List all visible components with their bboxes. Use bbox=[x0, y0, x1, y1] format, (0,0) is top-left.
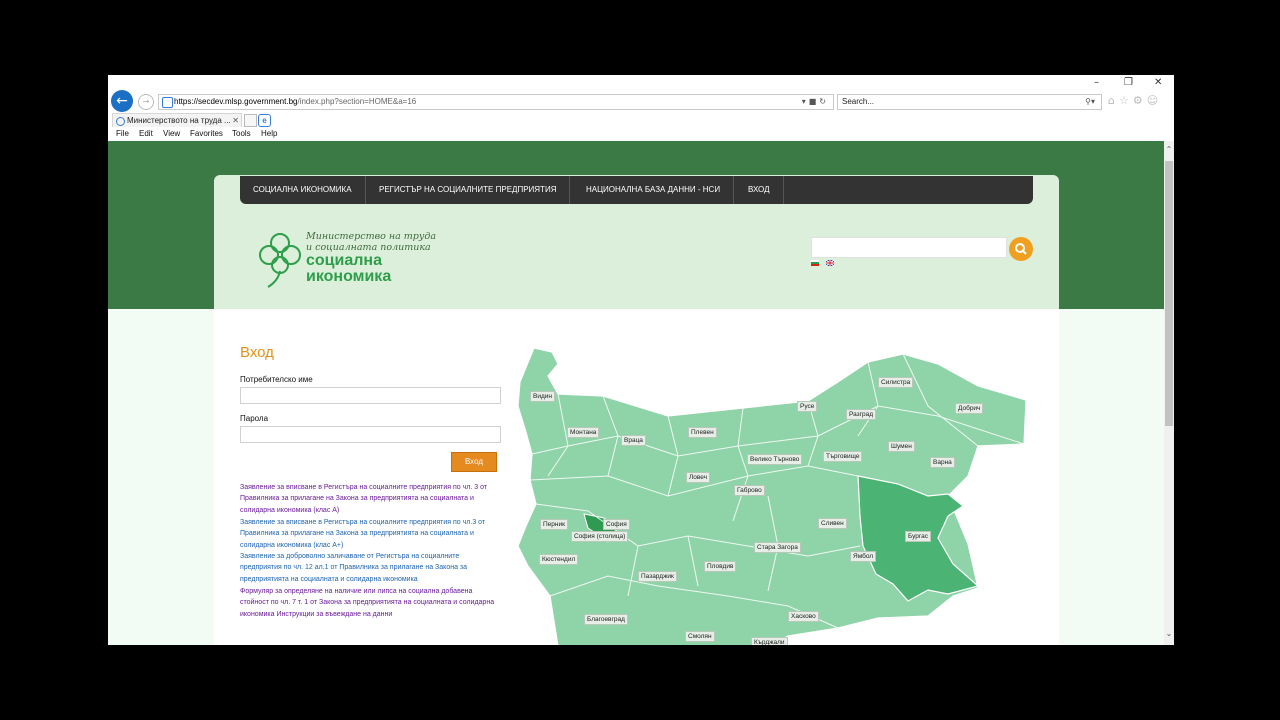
map-label-targovishte[interactable]: Търговище bbox=[823, 451, 863, 462]
map-label-dobrich[interactable]: Добрич bbox=[955, 403, 984, 414]
menu-bar: File Edit View Favorites Tools Help bbox=[108, 127, 1174, 142]
menu-favorites[interactable]: Favorites bbox=[190, 129, 223, 138]
map-label-vidin[interactable]: Видин bbox=[530, 391, 555, 402]
search-icon[interactable]: ⚲▾ bbox=[1085, 95, 1095, 109]
vertical-scrollbar[interactable]: ⌃ ⌄ bbox=[1164, 141, 1174, 645]
map-label-yambol[interactable]: Ямбол bbox=[850, 551, 877, 562]
map-label-stara-zagora[interactable]: Стара Загора bbox=[754, 542, 801, 553]
bulgarian-flag-icon[interactable] bbox=[811, 260, 819, 266]
map-label-haskovo[interactable]: Хасково bbox=[788, 611, 819, 622]
map-label-pleven[interactable]: Плевен bbox=[688, 427, 717, 438]
map-label-smolyan[interactable]: Смолян bbox=[685, 631, 715, 642]
link-deregistration[interactable]: Заявление за доброволно заличаване от Ре… bbox=[240, 551, 500, 585]
map-label-blagoevgrad[interactable]: Благоевград bbox=[584, 614, 628, 625]
map-label-sofia-capital[interactable]: София (столица) bbox=[571, 531, 629, 542]
web-page: СОЦИАЛНА ИКОНОМИКА РЕГИСТЪР НА СОЦИАЛНИТ… bbox=[108, 141, 1164, 645]
address-row: ← → https://secdev.mlsp.government.bg/in… bbox=[108, 90, 1174, 114]
map-label-kardzhali[interactable]: Кърджали bbox=[751, 637, 788, 645]
menu-file[interactable]: File bbox=[116, 129, 129, 138]
map-label-kyustendil[interactable]: Кюстендил bbox=[539, 554, 579, 565]
link-register-class-a-plus[interactable]: Заявление за вписване в Регистъра на соц… bbox=[240, 517, 500, 551]
scroll-up-icon[interactable]: ⌃ bbox=[1164, 145, 1174, 154]
ministry-name: Министерство на труда и социалната полит… bbox=[306, 231, 437, 253]
back-button[interactable]: ← bbox=[111, 90, 133, 112]
site-name: социална икономика bbox=[306, 252, 392, 285]
bulgaria-map[interactable] bbox=[508, 346, 1033, 645]
english-flag-icon[interactable] bbox=[826, 260, 835, 266]
url-text: https://secdev.mlsp.government.bg/index.… bbox=[174, 97, 417, 106]
restore-icon[interactable]: ❐ bbox=[1124, 77, 1133, 88]
forward-button[interactable]: → bbox=[138, 94, 154, 110]
map-label-veliko-tarnovo[interactable]: Велико Търново bbox=[747, 454, 803, 465]
tab-favicon bbox=[116, 117, 125, 126]
clover-icon bbox=[259, 233, 301, 288]
login-title: Вход bbox=[240, 344, 274, 361]
menu-edit[interactable]: Edit bbox=[139, 129, 153, 138]
map-label-pernik[interactable]: Перник bbox=[540, 519, 568, 530]
magnifier-icon bbox=[1015, 243, 1027, 255]
map-label-pazardzhik[interactable]: Пазарджик bbox=[638, 571, 677, 582]
browser-window: – ❐ ✕ ← → https://secdev.mlsp.government… bbox=[108, 75, 1174, 645]
ie-icon[interactable]: e bbox=[258, 114, 271, 127]
scroll-thumb[interactable] bbox=[1165, 161, 1173, 426]
username-label: Потребителско име bbox=[240, 375, 313, 384]
menu-tools[interactable]: Tools bbox=[232, 129, 251, 138]
map-label-sofia[interactable]: София bbox=[603, 519, 630, 530]
title-bar: – ❐ ✕ bbox=[108, 75, 1174, 91]
toolbar-icons[interactable]: ⌂☆⚙☺ bbox=[1108, 94, 1162, 107]
map-label-gabrovo[interactable]: Габрово bbox=[734, 485, 765, 496]
map-label-plovdiv[interactable]: Пловдив bbox=[704, 561, 737, 572]
site-search-button[interactable] bbox=[1009, 237, 1033, 261]
map-label-shumen[interactable]: Шумен bbox=[888, 441, 915, 452]
browser-tab[interactable]: Министерството на труда ... ✕ bbox=[112, 113, 242, 128]
map-label-ruse[interactable]: Русе bbox=[797, 401, 818, 412]
username-input[interactable] bbox=[240, 387, 501, 404]
nav-login[interactable]: ВХОД bbox=[735, 176, 784, 204]
nav-national-database[interactable]: НАЦИОНАЛНА БАЗА ДАННИ - НСИ bbox=[573, 176, 735, 204]
site-logo[interactable]: Министерство на труда и социалната полит… bbox=[258, 231, 438, 289]
scroll-down-icon[interactable]: ⌄ bbox=[1164, 629, 1174, 638]
minimize-icon[interactable]: – bbox=[1094, 77, 1099, 88]
map-label-varna[interactable]: Варна bbox=[930, 457, 955, 468]
page-favicon bbox=[162, 97, 173, 108]
browser-search-input[interactable]: Search... ⚲▾ bbox=[837, 94, 1102, 110]
map-label-lovech[interactable]: Ловеч bbox=[686, 472, 711, 483]
nav-social-economy[interactable]: СОЦИАЛНА ИКОНОМИКА bbox=[240, 176, 366, 204]
link-register-class-a[interactable]: Заявление за вписване в Регистъра на соц… bbox=[240, 482, 500, 516]
map-label-montana[interactable]: Монтана bbox=[567, 427, 600, 438]
map-label-silistra[interactable]: Силистра bbox=[878, 377, 914, 388]
nav-register[interactable]: РЕГИСТЪР НА СОЦИАЛНИТЕ ПРЕДПРИЯТИЯ bbox=[366, 176, 571, 204]
tab-row: Министерството на труда ... ✕ e bbox=[108, 113, 1174, 128]
new-tab-button[interactable] bbox=[244, 114, 257, 127]
tab-close-icon[interactable]: ✕ bbox=[232, 114, 239, 128]
map-label-vratsa[interactable]: Враца bbox=[621, 435, 646, 446]
map-label-sliven[interactable]: Сливен bbox=[818, 518, 847, 529]
password-input[interactable] bbox=[240, 426, 501, 443]
address-bar[interactable]: https://secdev.mlsp.government.bg/index.… bbox=[158, 94, 834, 110]
site-search-input[interactable] bbox=[811, 237, 1007, 258]
main-nav: СОЦИАЛНА ИКОНОМИКА РЕГИСТЪР НА СОЦИАЛНИТ… bbox=[240, 176, 1033, 204]
map-label-burgas[interactable]: Бургас bbox=[905, 531, 932, 542]
address-tools-icon[interactable]: ▾■↻ bbox=[802, 95, 829, 109]
link-added-value-form[interactable]: Формуляр за определяне на наличие или ли… bbox=[240, 586, 500, 620]
language-flags bbox=[811, 260, 837, 278]
menu-help[interactable]: Help bbox=[261, 129, 277, 138]
login-button[interactable]: Вход bbox=[451, 452, 497, 472]
map-label-razgrad[interactable]: Разград bbox=[846, 409, 877, 420]
password-label: Парола bbox=[240, 414, 269, 423]
menu-view[interactable]: View bbox=[163, 129, 180, 138]
close-icon[interactable]: ✕ bbox=[1154, 77, 1162, 88]
